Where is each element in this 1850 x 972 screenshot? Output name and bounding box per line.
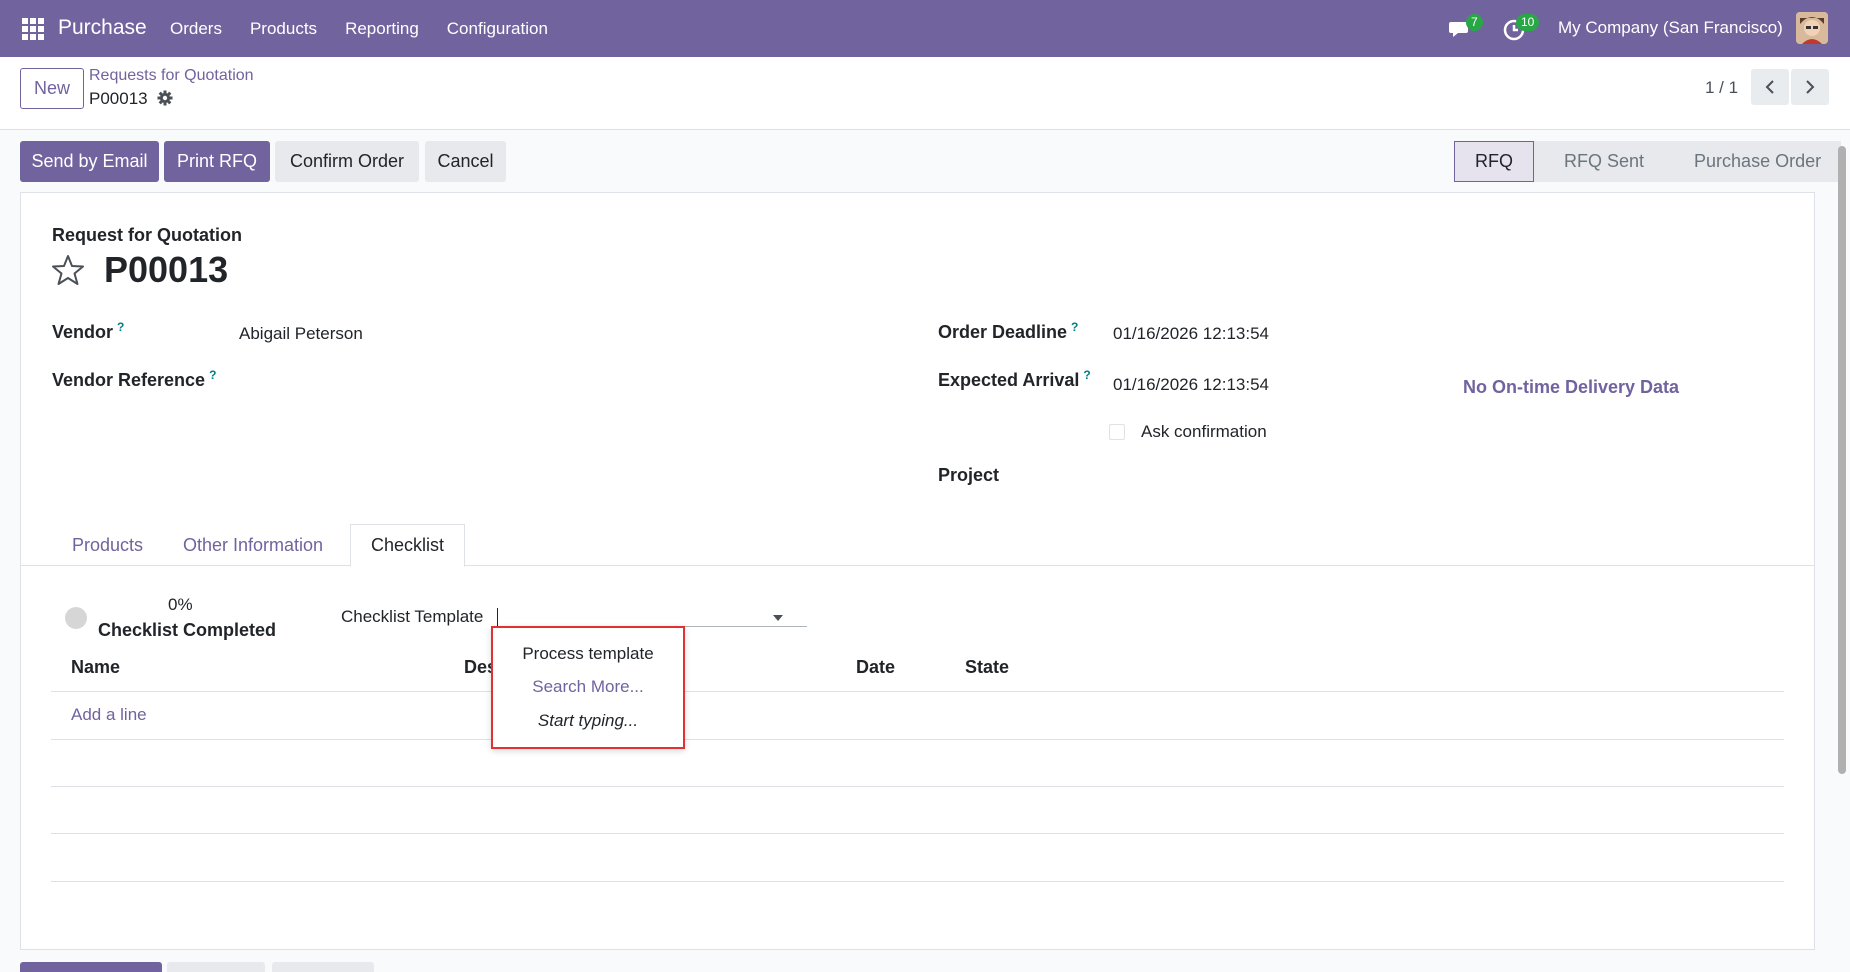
menu-orders[interactable]: Orders xyxy=(170,19,222,39)
pager-previous-button[interactable] xyxy=(1751,69,1789,105)
vendor-label: Vendor? xyxy=(52,320,125,342)
chevron-left-icon xyxy=(1765,80,1774,94)
dropdown-option-search-more[interactable]: Search More... xyxy=(493,677,683,697)
vendor-reference-label: Vendor Reference? xyxy=(52,368,217,390)
table-row-divider xyxy=(51,833,1784,834)
messages-badge: 7 xyxy=(1466,14,1483,31)
stage-rfq[interactable]: RFQ xyxy=(1454,141,1534,182)
order-deadline-field[interactable]: 01/16/2026 12:13:54 xyxy=(1113,324,1269,344)
checklist-percent: 0% xyxy=(168,595,193,614)
gear-icon[interactable] xyxy=(157,90,173,106)
stage-purchase-order[interactable]: Purchase Order xyxy=(1664,141,1842,182)
ask-confirmation-checkbox[interactable] xyxy=(1109,424,1125,440)
menu-reporting[interactable]: Reporting xyxy=(345,19,419,39)
company-switcher[interactable]: My Company (San Francisco) xyxy=(1558,18,1783,38)
order-deadline-help-tooltip[interactable]: ? xyxy=(1071,320,1078,334)
tab-checklist[interactable]: Checklist xyxy=(350,524,466,567)
caret-down-icon[interactable] xyxy=(773,615,783,621)
expected-arrival-help-tooltip[interactable]: ? xyxy=(1083,368,1090,382)
breadcrumb-parent-link[interactable]: Requests for Quotation xyxy=(89,67,254,85)
pager-value[interactable]: 1 / 1 xyxy=(1705,78,1738,98)
bottom-primary-button[interactable] xyxy=(20,962,162,972)
checklist-completed-label: Checklist Completed xyxy=(98,620,277,640)
column-header-name[interactable]: Name xyxy=(71,657,120,678)
chevron-right-icon xyxy=(1806,80,1815,94)
print-rfq-button[interactable]: Print RFQ xyxy=(164,141,270,182)
checklist-template-input[interactable] xyxy=(495,601,807,627)
bottom-secondary-button[interactable] xyxy=(272,962,374,972)
table-row-divider xyxy=(51,739,1784,740)
checklist-progress-indicator xyxy=(65,607,87,629)
record-name: P00013 xyxy=(104,249,229,290)
breadcrumb-current: P00013 xyxy=(89,89,148,108)
page-scrollbar[interactable] xyxy=(1838,146,1846,774)
confirm-order-button[interactable]: Confirm Order xyxy=(275,141,419,182)
form-sheet: Request for Quotation P00013 Vendor? Abi… xyxy=(20,192,1815,950)
control-panel: New Requests for Quotation P00013 1 / 1 xyxy=(0,57,1850,130)
tab-other-information[interactable]: Other Information xyxy=(163,524,343,566)
cancel-button[interactable]: Cancel xyxy=(425,141,506,182)
send-by-email-button[interactable]: Send by Email xyxy=(20,141,159,182)
add-a-line-link[interactable]: Add a line xyxy=(71,705,147,725)
ask-confirmation-label: Ask confirmation xyxy=(1141,422,1267,441)
star-icon[interactable] xyxy=(51,253,85,287)
top-navbar: Purchase Orders Products Reporting Confi… xyxy=(0,0,1850,57)
vendor-field[interactable]: Abigail Peterson xyxy=(239,324,363,344)
dropdown-option-process-template[interactable]: Process template xyxy=(493,644,683,664)
checklist-template-dropdown: Process template Search More... Start ty… xyxy=(491,626,685,749)
new-button[interactable]: New xyxy=(20,68,84,109)
dropdown-hint-start-typing: Start typing... xyxy=(537,711,639,730)
expected-arrival-field[interactable]: 01/16/2026 12:13:54 xyxy=(1113,375,1269,395)
activities-badge: 10 xyxy=(1516,14,1540,31)
pager-next-button[interactable] xyxy=(1791,69,1829,105)
main-menu: Orders Products Reporting Configuration xyxy=(170,19,576,39)
document-type: Request for Quotation xyxy=(52,225,242,245)
menu-configuration[interactable]: Configuration xyxy=(447,19,548,39)
checklist-template-label: Checklist Template xyxy=(341,607,484,626)
notebook-tabs: Products Other Information Checklist xyxy=(21,524,1814,567)
table-row-divider xyxy=(51,786,1784,787)
text-caret xyxy=(497,608,498,628)
on-time-delivery-button[interactable]: No On-time Delivery Data xyxy=(1463,377,1679,398)
expected-arrival-label: Expected Arrival? xyxy=(938,368,1091,390)
menu-products[interactable]: Products xyxy=(250,19,317,39)
table-row-divider xyxy=(51,881,1784,882)
bottom-secondary-button[interactable] xyxy=(167,962,265,972)
table-divider xyxy=(51,691,1784,692)
app-brand[interactable]: Purchase xyxy=(58,16,147,40)
user-avatar[interactable] xyxy=(1796,12,1828,44)
vendor-help-tooltip[interactable]: ? xyxy=(117,320,124,334)
project-label: Project xyxy=(938,465,1000,485)
order-deadline-label: Order Deadline? xyxy=(938,320,1079,342)
vendor-reference-help-tooltip[interactable]: ? xyxy=(209,368,216,382)
tab-products[interactable]: Products xyxy=(52,524,163,566)
apps-menu-icon[interactable] xyxy=(22,18,44,40)
stage-rfq-sent[interactable]: RFQ Sent xyxy=(1534,141,1665,182)
column-header-state[interactable]: State xyxy=(965,657,1009,678)
status-bar: RFQ RFQ Sent Purchase Order xyxy=(1454,141,1842,182)
column-header-date[interactable]: Date xyxy=(856,657,895,678)
